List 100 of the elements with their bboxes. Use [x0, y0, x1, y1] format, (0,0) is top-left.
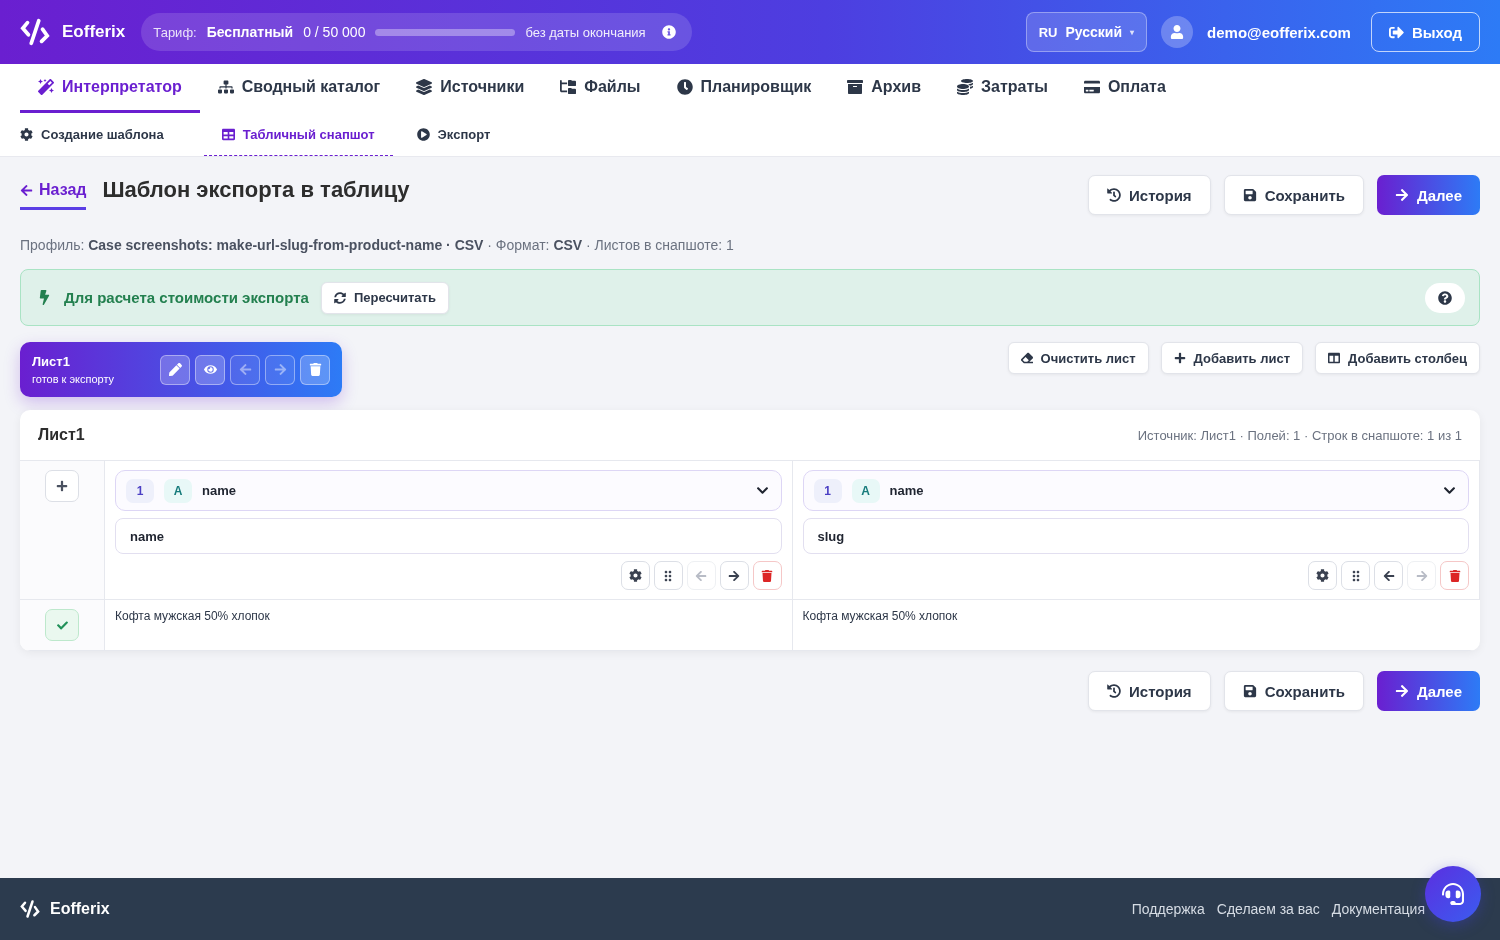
notice-text: Для расчета стоимости экспорта [64, 289, 309, 306]
arrow-right-icon [1394, 684, 1409, 698]
help-icon [1438, 290, 1452, 305]
settings-button[interactable] [620, 561, 650, 590]
page-title: Шаблон экспорта в таблицу [102, 176, 411, 203]
panel-info: Источник: Лист1 · Полей: 1 · Строк в снапшоте: 1 из 1 [1137, 427, 1462, 443]
add-row-button[interactable] [45, 470, 79, 502]
headset-icon [1442, 883, 1464, 905]
chevron-down-icon [755, 484, 769, 497]
arrow-right-icon [1394, 188, 1409, 202]
history-icon [1107, 684, 1122, 698]
user-email: demo@eofferix.com [1207, 23, 1351, 41]
arrow-right-icon [1415, 569, 1428, 582]
delete-button[interactable] [300, 354, 330, 385]
nav-tab[interactable]: Файлы [542, 64, 659, 113]
back-link[interactable]: Назад [20, 177, 87, 210]
column-header-field[interactable]: name [115, 518, 782, 554]
row-checkbox[interactable] [45, 609, 79, 641]
edit-button[interactable] [160, 354, 190, 385]
eraser-icon [1020, 352, 1033, 364]
panel-title: Лист1 [38, 426, 85, 444]
layers-icon [416, 79, 433, 95]
logout-button[interactable]: Выход [1370, 12, 1480, 52]
user-avatar[interactable] [1161, 16, 1194, 48]
history-button[interactable]: История [1088, 175, 1211, 215]
help-button[interactable] [1425, 282, 1465, 313]
save-button[interactable]: Сохранить [1223, 671, 1364, 711]
bolt-icon [37, 290, 52, 305]
sub-tab[interactable]: Создание шаблона [18, 113, 182, 156]
sheet-status: готов к экспорту [32, 373, 115, 385]
footer-logo-text: Eofferix [50, 900, 110, 918]
language-select[interactable]: RU Русский ▾ [1025, 12, 1148, 52]
trash-icon [761, 569, 773, 582]
logo-text: Eofferix [62, 22, 126, 42]
table-cell: Кофта мужская 50% хлопок [792, 600, 1480, 651]
settings-icon [20, 127, 33, 141]
column-header-field[interactable]: slug [802, 518, 1469, 554]
settings-icon [628, 569, 642, 582]
add-sheet-button[interactable]: Добавить лист [1160, 342, 1304, 374]
nav-tab[interactable]: Архив [829, 64, 939, 113]
arrow-left-icon [238, 363, 252, 376]
plan-name: Бесплатный [206, 24, 294, 40]
nav-tab[interactable]: Сводный каталог [199, 64, 399, 113]
logo-icon [20, 17, 50, 47]
play-icon [416, 127, 430, 141]
logout-icon [1388, 24, 1404, 40]
source-select[interactable]: 1 A name [802, 470, 1469, 511]
move-left-button[interactable] [1374, 561, 1403, 590]
recalculate-button[interactable]: Пересчитать [320, 281, 449, 314]
chevron-down-icon [1443, 484, 1456, 497]
sitemap-icon [217, 79, 234, 95]
coins-icon [957, 79, 973, 95]
plan-label: Тариф: [153, 24, 197, 40]
drag-handle[interactable] [1341, 561, 1370, 590]
delete-column-button[interactable] [752, 561, 782, 590]
source-select[interactable]: 1 A name [115, 470, 782, 511]
plan-expiry: без даты окончания [525, 24, 646, 40]
clear-sheet-button[interactable]: Очистить лист [1007, 342, 1149, 374]
footer-link[interactable]: Сделаем за вас [1216, 901, 1320, 917]
folder-tree-icon [560, 79, 577, 95]
settings-button[interactable] [1308, 561, 1337, 590]
next-button[interactable]: Далее [1376, 175, 1480, 215]
nav-tab[interactable]: Источники [398, 64, 543, 113]
trash-icon [1448, 569, 1461, 582]
logo-icon [20, 899, 40, 919]
footer-link[interactable]: Документация [1331, 901, 1425, 917]
nav-tab[interactable]: Оплата [1065, 64, 1184, 113]
move-right-button[interactable] [719, 561, 749, 590]
support-chat-button[interactable] [1425, 866, 1481, 922]
check-icon [56, 619, 68, 631]
refresh-icon [333, 291, 346, 304]
add-column-button[interactable]: Добавить столбец [1315, 342, 1480, 374]
table-icon [221, 127, 235, 141]
next-button[interactable]: Далее [1376, 671, 1480, 711]
history-button[interactable]: История [1088, 671, 1211, 711]
arrow-left-icon [20, 183, 33, 197]
trash-icon [308, 363, 322, 376]
nav-tab[interactable]: Затраты [939, 64, 1066, 113]
sub-tab[interactable]: Экспорт [414, 113, 509, 156]
footer-link[interactable]: Поддержка [1131, 901, 1205, 917]
arrow-right-icon [273, 363, 287, 376]
sheet-tab[interactable]: Лист1 готов к экспорту [20, 342, 342, 397]
info-icon [661, 25, 676, 39]
save-button[interactable]: Сохранить [1223, 175, 1364, 215]
columns-icon [1328, 352, 1341, 364]
nav-tab[interactable]: Планировщик [658, 64, 830, 113]
plus-icon [56, 480, 68, 492]
sub-tab[interactable]: Табличный снапшот [203, 113, 393, 156]
arrow-right-icon [728, 569, 740, 582]
delete-column-button[interactable] [1440, 561, 1469, 590]
view-button[interactable] [195, 354, 225, 385]
table-cell: Кофта мужская 50% хлопок [105, 600, 793, 651]
arrow-left-icon [695, 569, 707, 582]
eye-icon [203, 363, 217, 376]
clock-icon [676, 79, 693, 95]
settings-icon [1316, 569, 1329, 582]
drag-handle[interactable] [653, 561, 683, 590]
archive-box-icon [847, 79, 864, 95]
plus-icon [1173, 352, 1186, 364]
user-icon [1170, 25, 1185, 39]
